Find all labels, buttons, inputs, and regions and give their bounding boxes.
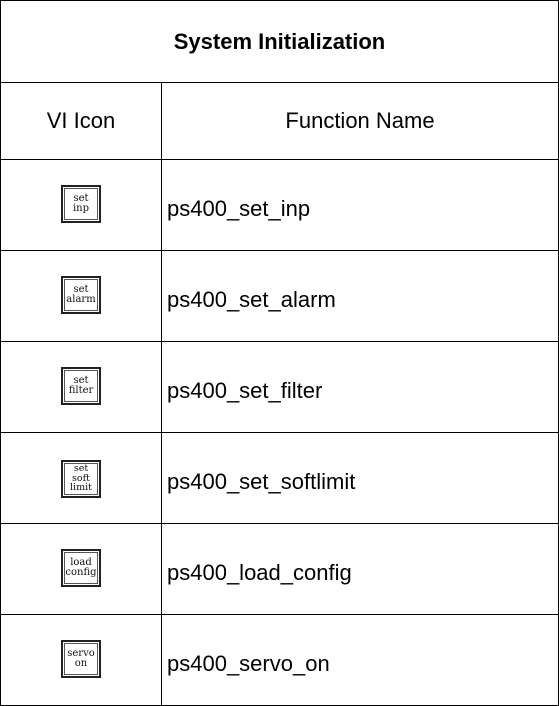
vi-icon-cell: set soft limit bbox=[0, 432, 162, 524]
vi-set-inp-icon: set inp bbox=[61, 184, 101, 223]
table-row: servo on ps400_servo_on bbox=[0, 614, 559, 706]
vi-set-alarm-icon: set alarm bbox=[61, 275, 101, 314]
vi-icon-cell: load config bbox=[0, 523, 162, 615]
title-row: System Initialization bbox=[0, 0, 559, 83]
vi-icon-cell: set filter bbox=[0, 341, 162, 433]
function-name: ps400_set_alarm bbox=[161, 250, 559, 342]
vi-servo-on-icon: servo on bbox=[61, 639, 101, 678]
table-row: load config ps400_load_config bbox=[0, 523, 559, 615]
vi-load-config-icon: load config bbox=[61, 548, 101, 587]
table-title: System Initialization bbox=[0, 0, 559, 83]
function-table: System Initialization VI Icon Function N… bbox=[0, 0, 559, 706]
column-header-vi-icon: VI Icon bbox=[0, 82, 162, 160]
table-row: set soft limit ps400_set_softlimit bbox=[0, 432, 559, 524]
header-row: VI Icon Function Name bbox=[0, 82, 559, 160]
function-name: ps400_set_filter bbox=[161, 341, 559, 433]
function-name: ps400_set_softlimit bbox=[161, 432, 559, 524]
vi-set-filter-icon: set filter bbox=[61, 366, 101, 405]
vi-icon-cell: set inp bbox=[0, 159, 162, 251]
function-name: ps400_set_inp bbox=[161, 159, 559, 251]
vi-set-softlimit-icon: set soft limit bbox=[61, 459, 101, 498]
vi-icon-cell: set alarm bbox=[0, 250, 162, 342]
vi-icon-cell: servo on bbox=[0, 614, 162, 706]
function-name: ps400_servo_on bbox=[161, 614, 559, 706]
table-row: set inp ps400_set_inp bbox=[0, 159, 559, 251]
table-row: set filter ps400_set_filter bbox=[0, 341, 559, 433]
column-header-function-name: Function Name bbox=[161, 82, 559, 160]
table-row: set alarm ps400_set_alarm bbox=[0, 250, 559, 342]
function-name: ps400_load_config bbox=[161, 523, 559, 615]
